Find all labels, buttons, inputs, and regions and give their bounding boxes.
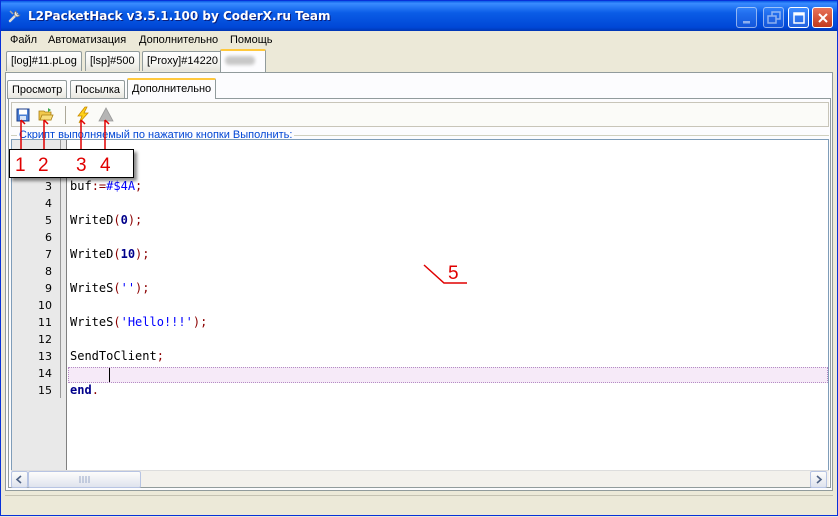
- tab-proxy[interactable]: [Proxy]#14220: [142, 51, 223, 71]
- scroll-right-button[interactable]: [810, 471, 827, 488]
- menu-additional[interactable]: Дополнительно: [139, 34, 218, 46]
- open-folder-icon: [38, 108, 54, 121]
- line-number: 8: [45, 265, 52, 278]
- fold-marker-line: [60, 140, 61, 398]
- line-number: 11: [38, 316, 52, 329]
- code-line: buf:=#$4A;: [70, 179, 143, 193]
- annotation-number: 2: [38, 155, 49, 176]
- toolbar-separator: [65, 106, 66, 124]
- annotation-number: 4: [100, 155, 111, 176]
- line-number: 6: [45, 231, 52, 244]
- chevron-right-icon: [816, 475, 823, 484]
- grip-icon: [79, 476, 90, 483]
- restore-button[interactable]: [763, 7, 784, 28]
- menu-automation[interactable]: Автоматизация: [48, 34, 126, 46]
- horizontal-scrollbar[interactable]: [11, 470, 829, 488]
- text-caret: [109, 368, 110, 382]
- window-title: L2PacketHack v3.5.1.100 by CoderX.ru Tea…: [28, 9, 331, 23]
- line-number: 3: [45, 180, 52, 193]
- connection-tabs: [log]#11.pLog [lsp]#500 [Proxy]#14220: [1, 49, 837, 73]
- tab-additional[interactable]: Дополнительно: [127, 78, 217, 99]
- tab-lsp[interactable]: [lsp]#500: [85, 51, 140, 71]
- annotation-number: 1: [15, 155, 26, 176]
- status-bar: [5, 495, 833, 513]
- line-number: 13: [38, 350, 52, 363]
- close-icon: [818, 13, 828, 23]
- script-editor[interactable]: 3 4 5 6 7 8 9 10 11 12 13 14 15 buf:=#$4…: [11, 139, 829, 487]
- tab-send[interactable]: Посылка: [70, 80, 126, 99]
- line-number: 12: [38, 333, 52, 346]
- menu-bar: Файл Автоматизация Дополнительно Помощь: [1, 31, 837, 50]
- lightning-run-icon: [77, 106, 89, 124]
- annotation-number: 3: [76, 155, 87, 176]
- stop-button[interactable]: [97, 106, 115, 124]
- open-button[interactable]: [37, 106, 55, 124]
- annotation-callout-box: [9, 149, 134, 178]
- code-line: SendToClient;: [70, 349, 164, 363]
- line-number: 14: [38, 367, 52, 380]
- app-window: L2PacketHack v3.5.1.100 by CoderX.ru Tea…: [0, 0, 838, 516]
- line-number: 7: [45, 248, 52, 261]
- line-number: 9: [45, 282, 52, 295]
- line-number: 10: [38, 299, 52, 312]
- line-number: 15: [38, 384, 52, 397]
- save-button[interactable]: [14, 106, 32, 124]
- code-line: WriteD(0);: [70, 213, 143, 227]
- maximize-icon: [793, 12, 805, 24]
- run-button[interactable]: [74, 106, 92, 124]
- annotation-editor-label: 5: [448, 263, 459, 284]
- tab-current-connection[interactable]: [220, 49, 266, 72]
- maximize-button[interactable]: [788, 7, 809, 28]
- chevron-left-icon: [15, 475, 22, 484]
- scroll-left-button[interactable]: [11, 471, 28, 488]
- code-line: WriteS('');: [70, 281, 150, 295]
- menu-help[interactable]: Помощь: [230, 34, 273, 46]
- scroll-thumb[interactable]: [28, 471, 141, 488]
- menu-file[interactable]: Файл: [10, 34, 37, 46]
- code-line: WriteS('Hello!!!');: [70, 315, 208, 329]
- gutter-divider: [66, 140, 67, 470]
- wrench-icon: [8, 10, 21, 23]
- script-toolbar: [11, 102, 829, 127]
- stop-triangle-icon: [98, 107, 114, 122]
- line-number: 5: [45, 214, 52, 227]
- title-bar[interactable]: L2PacketHack v3.5.1.100 by CoderX.ru Tea…: [1, 1, 837, 31]
- current-line-highlight: [68, 367, 828, 383]
- code-line: WriteD(10);: [70, 247, 150, 261]
- tab-log[interactable]: [log]#11.pLog: [6, 51, 82, 71]
- minimize-button[interactable]: [736, 7, 757, 28]
- tab-view[interactable]: Просмотр: [7, 80, 68, 99]
- sub-tabs: Просмотр Посылка Дополнительно: [7, 78, 827, 100]
- line-number: 4: [45, 197, 52, 210]
- blurred-tab-label: [225, 55, 255, 65]
- close-button[interactable]: [812, 7, 833, 28]
- minimize-icon: [743, 21, 750, 24]
- save-icon: [16, 108, 30, 122]
- code-line: end.: [70, 383, 99, 397]
- restore-icon: [767, 11, 781, 24]
